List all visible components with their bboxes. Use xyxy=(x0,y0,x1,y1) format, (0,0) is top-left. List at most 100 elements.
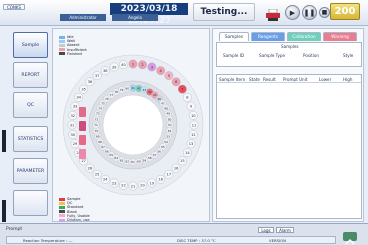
outer-slot-number: 26 xyxy=(88,166,93,170)
play-icon: ▶ xyxy=(289,9,296,17)
tab-warning[interactable]: Warning xyxy=(323,32,357,41)
version-label: VERSION xyxy=(269,238,286,243)
inner-slot-number: 78 xyxy=(114,90,118,94)
inner-slot-number: 69 xyxy=(96,135,100,139)
inner-slot-number: 74 xyxy=(98,106,102,110)
inner-slot-number: 45 xyxy=(153,93,157,97)
inner-slot-number: 73 xyxy=(96,112,100,116)
printer-icon[interactable] xyxy=(266,6,280,21)
inner-slot-number: 48 xyxy=(164,106,168,110)
outer-slot-number: 31 xyxy=(70,123,75,127)
stop-button[interactable]: ■ xyxy=(319,7,330,18)
inner-slot-number: 63 xyxy=(120,158,124,162)
outer-slot-number: 25 xyxy=(95,173,100,177)
inner-slot-number: 49 xyxy=(166,112,170,116)
side-tab-lower[interactable] xyxy=(2,200,6,222)
top-bar: CONKS 2023/03/18 15:09:27 Administrator … xyxy=(0,0,368,26)
inner-slot-number: 72 xyxy=(95,117,99,121)
inner-slot-number: 66 xyxy=(105,149,109,153)
inner-slot-number: 51 xyxy=(168,123,172,127)
col-sample-id: Sample ID xyxy=(223,53,245,58)
inner-slot-number: 80 xyxy=(125,87,129,91)
inner-slot-number: 76 xyxy=(105,97,109,101)
side-nav: Sample REPORT QC STATISTICS PARAMETER xyxy=(13,28,48,218)
outer-slot-number: 7 xyxy=(181,87,183,91)
outer-slot-number: 24 xyxy=(103,178,108,182)
items-table[interactable]: Sample Itern State Result Prompt Unit Lo… xyxy=(216,74,362,219)
outer-slot-number: 13 xyxy=(189,142,194,146)
inner-slot-number: 57 xyxy=(153,153,157,157)
outer-slot-number: 3 xyxy=(151,65,153,69)
test-counter: 200 xyxy=(330,3,360,20)
inner-slot-number: 55 xyxy=(161,145,165,149)
outer-slot-number: 17 xyxy=(167,173,172,177)
inner-slot-number: 77 xyxy=(109,93,113,97)
col-state: State xyxy=(249,76,260,82)
outer-slot-number: 10 xyxy=(191,114,196,118)
outer-slot-number: 37 xyxy=(95,74,100,78)
collapse-arrow-icon[interactable] xyxy=(343,232,357,245)
samples-title: Samples xyxy=(281,44,299,49)
outer-slot-number: 1 xyxy=(132,62,134,66)
sample-disc-panel: Idle Wait Absent Insufficient Finished Sampl… xyxy=(52,28,210,222)
user-label: Angela xyxy=(112,14,158,21)
start-button[interactable]: ▶ xyxy=(285,5,300,20)
inner-slot-number: 52 xyxy=(168,129,172,133)
inner-slot-number: 47 xyxy=(161,101,165,105)
col-sample-type: Sample Type xyxy=(259,53,286,58)
status-line: Reaction Temperature : --- DISC TEMP : 3… xyxy=(6,236,336,244)
cuvette-bar xyxy=(79,121,86,131)
col-item: Sample Itern xyxy=(219,76,246,82)
outer-slot-number: 38 xyxy=(103,69,108,73)
tab-samples[interactable]: Samples xyxy=(219,32,249,41)
outer-slot-number: 19 xyxy=(150,181,155,185)
inner-slot-number: 61 xyxy=(131,160,135,164)
pause-button[interactable]: ❚❚ xyxy=(302,5,317,20)
nav-parameter[interactable]: PARAMETER xyxy=(13,158,48,184)
conks-button[interactable]: CONKS xyxy=(3,4,25,10)
samples-summary: Samples Sample ID Sample Type Position S… xyxy=(216,42,362,67)
outer-slot-number: 29 xyxy=(73,142,78,146)
inner-slot-number: 70 xyxy=(95,129,99,133)
stop-icon: ■ xyxy=(321,9,328,16)
outer-slot-number: 20 xyxy=(140,184,145,188)
outer-slot-number: 22 xyxy=(121,184,126,188)
sample-disc[interactable]: 1 234567891011121314151617181920212223242… xyxy=(53,29,209,221)
outer-slot-number: 5 xyxy=(168,74,170,78)
inner-slot-number: 46 xyxy=(157,97,161,101)
nav-statistics[interactable]: STATISTICS xyxy=(13,126,48,152)
inner-slot-number: 65 xyxy=(109,153,113,157)
side-tab-upper[interactable] xyxy=(2,130,6,152)
inner-slot-number: 60 xyxy=(137,160,141,164)
nav-qc[interactable]: QC xyxy=(13,92,48,118)
app-window: { "header": { "small_btn": "CONKS", "dat… xyxy=(0,0,368,245)
disc-center xyxy=(102,94,164,156)
inner-slot-number: 42 xyxy=(137,87,141,91)
nav-sample[interactable]: Sample xyxy=(13,32,48,58)
outer-slot-number: 16 xyxy=(174,166,179,170)
outer-slot-number: 33 xyxy=(73,104,78,108)
outer-slot-number: 40 xyxy=(121,63,126,67)
outer-slot-number: 11 xyxy=(192,123,197,127)
outer-slot-number: 39 xyxy=(112,65,117,69)
outer-slot-number: 15 xyxy=(180,159,185,163)
inner-slot-number: 53 xyxy=(166,135,170,139)
logs-button[interactable]: Logs xyxy=(258,227,274,233)
tab-calibration[interactable]: Calibration xyxy=(287,32,321,41)
nav-report[interactable]: REPORT xyxy=(13,62,48,88)
outer-slot-number: 32 xyxy=(70,114,75,118)
cuvette-bar xyxy=(79,149,86,159)
outer-slot-number: 35 xyxy=(81,87,86,91)
info-panel: Samples Reagents Calibration Warning Sam… xyxy=(212,28,364,222)
prompt-label: Prompt xyxy=(6,227,23,232)
disc-temp: DISC TEMP : 37.0 °C xyxy=(177,238,216,243)
inner-slot-number: 41 xyxy=(131,86,135,90)
inner-slot-number: 58 xyxy=(148,156,152,160)
alarm-button[interactable]: Alarm xyxy=(276,227,294,233)
nav-extra[interactable] xyxy=(13,190,48,216)
inner-slot-number: 62 xyxy=(125,160,129,164)
tab-reagents[interactable]: Reagents xyxy=(251,32,285,41)
col-lower: Lower xyxy=(319,76,332,82)
outer-slot-number: 12 xyxy=(191,133,196,137)
outer-slot-number: 30 xyxy=(70,133,75,137)
